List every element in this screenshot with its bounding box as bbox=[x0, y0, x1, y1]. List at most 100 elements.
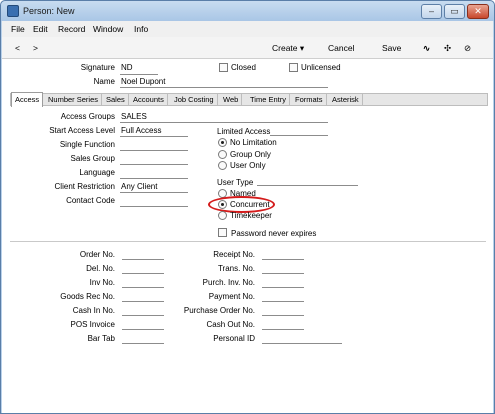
tab-sales[interactable]: Sales bbox=[103, 94, 129, 106]
tab-web[interactable]: Web bbox=[220, 94, 243, 106]
user-only-radio[interactable] bbox=[218, 161, 227, 170]
cancel-button[interactable]: Cancel bbox=[328, 43, 354, 53]
purch-inv-no-label: Purch. Inv. No. bbox=[202, 278, 255, 287]
save-button[interactable]: Save bbox=[382, 43, 401, 53]
close-icon[interactable]: ✕ bbox=[467, 4, 489, 19]
cash-in-no-field[interactable] bbox=[122, 315, 164, 316]
name-label: Name bbox=[93, 77, 115, 86]
order-no-field[interactable] bbox=[122, 259, 164, 260]
single-function-label: Single Function bbox=[59, 140, 115, 149]
tab-access[interactable]: Access bbox=[11, 92, 44, 107]
del-no-field[interactable] bbox=[122, 273, 164, 274]
menu-record[interactable]: Record bbox=[58, 24, 85, 34]
previous-record-button[interactable]: < bbox=[15, 43, 20, 53]
start-access-level-field[interactable] bbox=[120, 136, 188, 137]
tab-accounts[interactable]: Accounts bbox=[130, 94, 168, 106]
cash-in-no-label: Cash In No. bbox=[72, 306, 115, 315]
closed-label: Closed bbox=[231, 63, 256, 72]
sales-group-label: Sales Group bbox=[70, 154, 115, 163]
menu-edit[interactable]: Edit bbox=[33, 24, 48, 34]
inv-no-field[interactable] bbox=[122, 287, 164, 288]
minimize-icon[interactable]: – bbox=[421, 4, 442, 19]
client-restriction-label: Client Restriction bbox=[54, 182, 115, 191]
toolbar: < > Create ▾ Cancel Save ∿ ✣ ⊘ bbox=[2, 37, 493, 59]
next-record-button[interactable]: > bbox=[33, 43, 38, 53]
personal-id-label: Personal ID bbox=[213, 334, 255, 343]
goods-rec-no-label: Goods Rec No. bbox=[60, 292, 115, 301]
closed-checkbox[interactable] bbox=[219, 63, 228, 72]
user-type-label: User Type bbox=[217, 178, 254, 187]
cash-out-no-label: Cash Out No. bbox=[206, 320, 255, 329]
bar-tab-label: Bar Tab bbox=[87, 334, 115, 343]
menu-bar: File Edit Record Window Info bbox=[2, 21, 493, 37]
no-limitation-label: No Limitation bbox=[230, 138, 277, 147]
tab-job-costing[interactable]: Job Costing bbox=[171, 94, 218, 106]
name-field[interactable] bbox=[120, 87, 328, 88]
access-groups-field[interactable] bbox=[120, 122, 328, 123]
menu-info[interactable]: Info bbox=[134, 24, 148, 34]
section-divider bbox=[10, 241, 486, 242]
window-title: Person: New bbox=[23, 6, 75, 16]
unlicensed-checkbox[interactable] bbox=[289, 63, 298, 72]
create-button[interactable]: Create ▾ bbox=[272, 43, 304, 54]
del-no-label: Del. No. bbox=[86, 264, 115, 273]
cash-out-no-field[interactable] bbox=[262, 329, 304, 330]
app-icon bbox=[7, 5, 19, 17]
group-only-label: Group Only bbox=[230, 150, 271, 159]
purchase-order-no-label: Purchase Order No. bbox=[183, 306, 255, 315]
name-value: Noel Dupont bbox=[121, 77, 166, 86]
no-limitation-radio[interactable] bbox=[218, 138, 227, 147]
form-content: Signature ND Closed Unlicensed Name Noel… bbox=[2, 59, 493, 413]
limited-access-label: Limited Access bbox=[217, 127, 271, 136]
group-only-radio[interactable] bbox=[218, 150, 227, 159]
client-restriction-field[interactable] bbox=[120, 192, 188, 193]
purchase-order-no-field[interactable] bbox=[262, 315, 304, 316]
pos-invoice-field[interactable] bbox=[122, 329, 164, 330]
start-access-level-label: Start Access Level bbox=[49, 126, 115, 135]
order-no-label: Order No. bbox=[79, 250, 115, 259]
app-window: Person: New – ▭ ✕ File Edit Record Windo… bbox=[0, 0, 495, 414]
menu-window[interactable]: Window bbox=[93, 24, 123, 34]
language-field[interactable] bbox=[120, 178, 188, 179]
bar-tab-field[interactable] bbox=[122, 343, 164, 344]
inv-no-label: Inv No. bbox=[89, 278, 115, 287]
timekeeper-radio[interactable] bbox=[218, 211, 227, 220]
attachment-icon[interactable]: ⊘ bbox=[464, 43, 471, 54]
expand-icon[interactable]: ✣ bbox=[444, 43, 451, 54]
timekeeper-label: Timekeeper bbox=[230, 211, 272, 220]
password-never-expires-checkbox[interactable] bbox=[218, 228, 227, 237]
tab-time-entry[interactable]: Time Entry bbox=[247, 94, 290, 106]
personal-id-field[interactable] bbox=[262, 343, 342, 344]
receipt-no-label: Receipt No. bbox=[213, 250, 255, 259]
access-groups-label: Access Groups bbox=[60, 112, 115, 121]
payment-no-field[interactable] bbox=[262, 301, 304, 302]
maximize-icon[interactable]: ▭ bbox=[444, 4, 465, 19]
payment-no-label: Payment No. bbox=[208, 292, 255, 301]
access-groups-value: SALES bbox=[121, 112, 147, 121]
goods-rec-no-field[interactable] bbox=[122, 301, 164, 302]
tab-asterisk[interactable]: Asterisk bbox=[329, 94, 363, 106]
client-restriction-value: Any Client bbox=[121, 182, 158, 191]
contact-code-field[interactable] bbox=[120, 206, 188, 207]
signature-field[interactable] bbox=[120, 74, 158, 75]
receipt-no-field[interactable] bbox=[262, 259, 304, 260]
signature-value: ND bbox=[121, 63, 133, 72]
user-type-rule bbox=[257, 185, 358, 186]
tab-formats[interactable]: Formats bbox=[292, 94, 327, 106]
trans-no-label: Trans. No. bbox=[217, 264, 255, 273]
pos-invoice-label: POS Invoice bbox=[70, 320, 115, 329]
tab-bar: Access Number Series Sales Accounts Job … bbox=[10, 92, 488, 107]
start-access-level-value: Full Access bbox=[121, 126, 162, 135]
language-label: Language bbox=[79, 168, 115, 177]
activity-icon[interactable]: ∿ bbox=[423, 43, 430, 54]
unlicensed-label: Unlicensed bbox=[301, 63, 341, 72]
create-label: Create bbox=[272, 43, 298, 53]
signature-label: Signature bbox=[80, 63, 115, 72]
sales-group-field[interactable] bbox=[120, 164, 188, 165]
title-bar: Person: New – ▭ ✕ bbox=[1, 1, 494, 21]
single-function-field[interactable] bbox=[120, 150, 188, 151]
trans-no-field[interactable] bbox=[262, 273, 304, 274]
purch-inv-no-field[interactable] bbox=[262, 287, 304, 288]
tab-number-series[interactable]: Number Series bbox=[45, 94, 103, 106]
menu-file[interactable]: File bbox=[11, 24, 25, 34]
